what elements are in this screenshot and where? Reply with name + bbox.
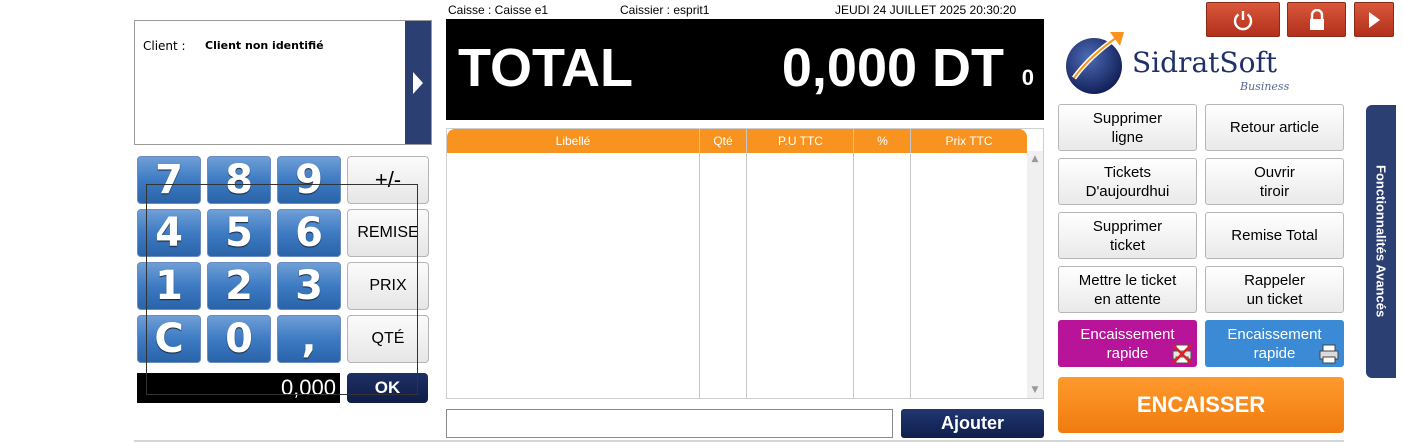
logo-text: SidratSoft bbox=[1132, 46, 1278, 79]
column-percent[interactable]: % bbox=[854, 129, 911, 153]
column-divider bbox=[853, 129, 854, 398]
sidratsoft-logo: SidratSoft Business bbox=[1060, 26, 1300, 96]
column-divider bbox=[699, 129, 700, 398]
total-label: TOTAL bbox=[458, 38, 633, 98]
logo-mark-icon bbox=[1066, 32, 1124, 94]
scroll-up-icon[interactable]: ▲ bbox=[1027, 151, 1043, 167]
caisse-info: Caisse : Caisse e1 bbox=[448, 3, 549, 17]
rappeler-ticket-label: Rappeler un ticket bbox=[1244, 271, 1305, 308]
item-count: 0 bbox=[1021, 65, 1034, 90]
column-divider bbox=[746, 129, 747, 398]
table-scrollbar[interactable]: ▲ ▼ bbox=[1027, 151, 1043, 398]
total-amount: 0,000 DT bbox=[781, 38, 1004, 98]
supprimer-ligne-button[interactable]: Supprimer ligne bbox=[1058, 104, 1197, 151]
rappeler-ticket-button[interactable]: Rappeler un ticket bbox=[1205, 266, 1344, 313]
column-pu-ttc[interactable]: P.U TTC bbox=[747, 129, 854, 153]
supprimer-ticket-button[interactable]: Supprimer ticket bbox=[1058, 212, 1197, 259]
client-panel: Client : Client non identifié bbox=[134, 20, 432, 145]
caissier-info: Caissier : esprit1 bbox=[620, 3, 710, 17]
article-input[interactable] bbox=[446, 409, 893, 438]
tickets-aujourdhui-button[interactable]: Tickets D'aujourdhui bbox=[1058, 158, 1197, 205]
encaisser-button[interactable]: ENCAISSER bbox=[1058, 377, 1344, 433]
table-header: Libellé Qté P.U TTC % Prix TTC bbox=[447, 129, 1027, 153]
ouvrir-tiroir-button[interactable]: Ouvrir tiroir bbox=[1205, 158, 1344, 205]
total-display: TOTAL 0,000 DT 0 bbox=[446, 19, 1044, 120]
client-label: Client : bbox=[143, 39, 186, 53]
client-name: Client non identifié bbox=[205, 39, 324, 52]
tickets-aujourdhui-label: Tickets D'aujourdhui bbox=[1085, 163, 1170, 200]
logo-subtext: Business bbox=[1240, 80, 1290, 93]
retour-article-button[interactable]: Retour article bbox=[1205, 104, 1344, 151]
advanced-features-tab[interactable]: Fonctionnalités Avancés bbox=[1366, 105, 1396, 378]
remise-total-button[interactable]: Remise Total bbox=[1205, 212, 1344, 259]
column-qte[interactable]: Qté bbox=[699, 129, 747, 153]
column-prix-ttc[interactable]: Prix TTC bbox=[911, 129, 1027, 153]
no-printer-icon bbox=[1172, 344, 1192, 364]
column-libelle[interactable]: Libellé bbox=[447, 129, 699, 153]
printer-icon bbox=[1319, 344, 1339, 364]
selection-rectangle bbox=[146, 184, 418, 395]
column-divider bbox=[910, 129, 911, 398]
retour-article-label: Retour article bbox=[1229, 119, 1320, 136]
encaissement-rapide-label: Encaissement rapide bbox=[1080, 325, 1175, 362]
play-icon[interactable] bbox=[1354, 2, 1394, 37]
ajouter-button[interactable]: Ajouter bbox=[901, 409, 1044, 438]
remise-total-label: Remise Total bbox=[1231, 227, 1318, 244]
encaissement-rapide-label: Encaissement rapide bbox=[1227, 325, 1322, 362]
ouvrir-tiroir-label: Ouvrir tiroir bbox=[1254, 163, 1295, 200]
datetime: JEUDI 24 JUILLET 2025 20:30:20 bbox=[835, 3, 1017, 17]
mettre-en-attente-button[interactable]: Mettre le ticket en attente bbox=[1058, 266, 1197, 313]
supprimer-ticket-label: Supprimer ticket bbox=[1092, 217, 1163, 254]
chevron-right-icon[interactable] bbox=[405, 21, 431, 144]
scroll-down-icon[interactable]: ▼ bbox=[1027, 382, 1043, 398]
advanced-features-label: Fonctionnalités Avancés bbox=[1373, 165, 1389, 318]
encaissement-rapide-print-button[interactable]: Encaissement rapide bbox=[1205, 320, 1344, 367]
ticket-table: Libellé Qté P.U TTC % Prix TTC ▲ ▼ bbox=[446, 128, 1044, 399]
mettre-en-attente-label: Mettre le ticket en attente bbox=[1078, 271, 1177, 308]
supprimer-ligne-label: Supprimer ligne bbox=[1092, 109, 1163, 146]
encaissement-rapide-no-print-button[interactable]: Encaissement rapide bbox=[1058, 320, 1197, 367]
bottom-divider bbox=[134, 440, 1344, 442]
